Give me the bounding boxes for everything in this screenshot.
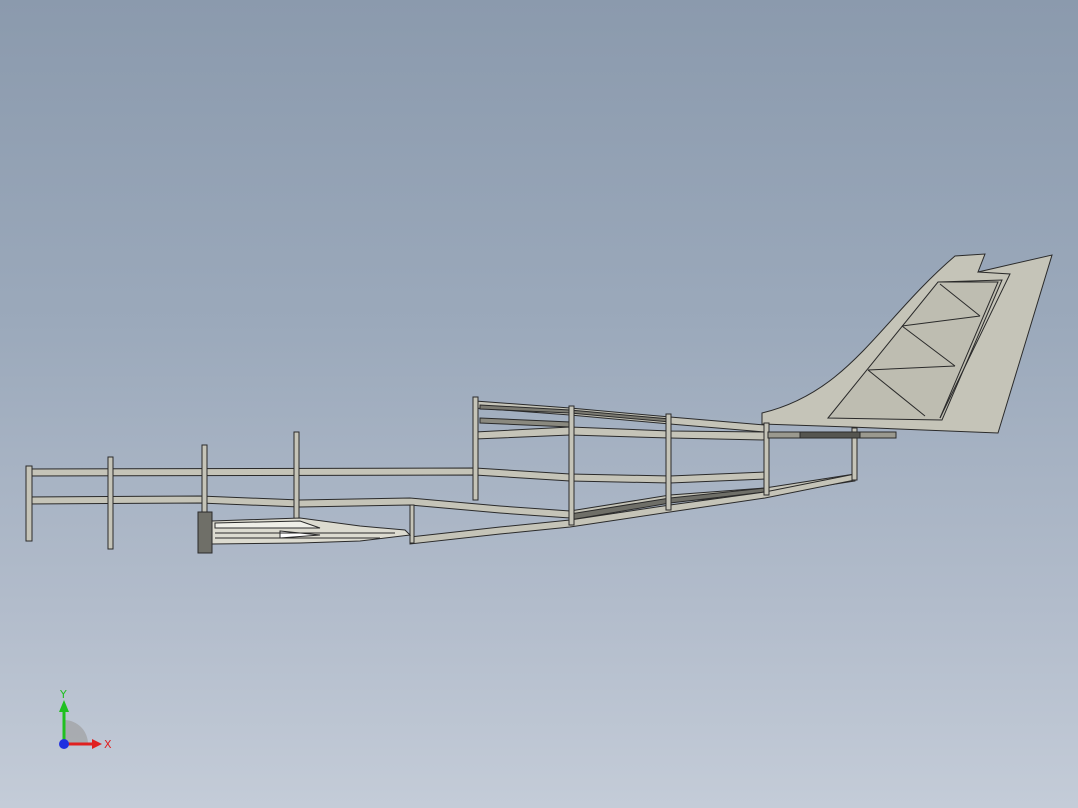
upper-longeron[interactable]	[25, 400, 766, 484]
tail-rail[interactable]	[767, 431, 897, 439]
y-axis-label: Y	[59, 688, 67, 701]
z-axis-dot	[59, 739, 69, 749]
triad-plane-indicator	[64, 720, 88, 744]
x-axis-label: X	[104, 738, 112, 751]
graphics-viewport[interactable]: Y X	[0, 0, 1078, 808]
engine-nozzle[interactable]	[197, 511, 412, 554]
lower-longeron[interactable]	[25, 473, 856, 545]
coordinate-triad: Y X	[59, 688, 112, 751]
tail-fin[interactable]	[761, 253, 1053, 434]
aircraft-frame-model[interactable]	[0, 0, 1078, 808]
